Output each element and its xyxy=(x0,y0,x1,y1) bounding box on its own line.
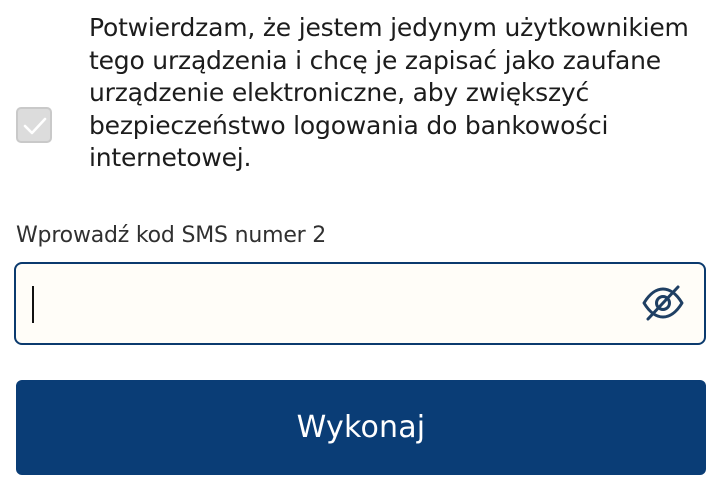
trusted-device-form: Potwierdzam, że jestem jedynym użytkowni… xyxy=(0,0,720,482)
show-password-toggle[interactable] xyxy=(640,282,686,324)
sms-code-input[interactable] xyxy=(32,264,632,343)
sms-code-field xyxy=(14,262,706,345)
text-caret xyxy=(32,286,34,323)
submit-button[interactable]: Wykonaj xyxy=(16,380,706,475)
trusted-device-consent: Potwierdzam, że jestem jedynym użytkowni… xyxy=(0,0,720,172)
sms-code-label: Wprowadź kod SMS numer 2 xyxy=(16,223,327,248)
consent-label: Potwierdzam, że jestem jedynym użytkowni… xyxy=(89,13,689,172)
consent-checkbox[interactable] xyxy=(16,107,52,143)
eye-off-icon xyxy=(642,285,684,321)
checkmark-icon xyxy=(23,117,47,135)
